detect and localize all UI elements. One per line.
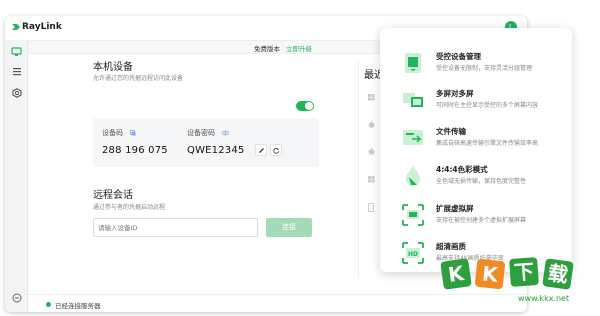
help-icon[interactable] bbox=[11, 292, 22, 303]
watermark-char: K bbox=[474, 258, 506, 290]
raylink-logo-icon bbox=[12, 23, 20, 31]
feature-item: 多屏对多屏 可同时在主控显示受控的多个屏幕内容 bbox=[400, 86, 570, 116]
monitor-icon[interactable] bbox=[11, 46, 22, 57]
this-device-subtitle: 允许通过您的凭据远程访问此设备 bbox=[93, 75, 184, 82]
feature-desc: 支持在被控创建多个虚拟扩展屏幕 bbox=[436, 217, 527, 224]
feature-title: 文件传输 bbox=[436, 127, 466, 136]
feature-item: 扩展虚拟屏 支持在被控创建多个虚拟扩展屏幕 bbox=[400, 201, 570, 231]
virtual-screen-icon bbox=[400, 202, 426, 228]
feature-desc: 全色域无损传输，保持色度完整性 bbox=[436, 178, 527, 185]
connection-status-dot bbox=[46, 302, 51, 307]
settings-icon[interactable] bbox=[11, 87, 22, 98]
this-device-title: 本机设备 bbox=[93, 62, 133, 73]
watermark-char: 载 bbox=[542, 258, 574, 290]
app-logo: RayLink bbox=[12, 22, 62, 32]
edit-password-button[interactable] bbox=[255, 144, 267, 156]
device-password-label: 设备密码 bbox=[187, 129, 215, 137]
device-password-value: QWE12345 bbox=[187, 145, 245, 156]
feature-title: 受控设备管理 bbox=[436, 52, 481, 61]
feature-title: 扩展虚拟屏 bbox=[436, 204, 474, 213]
apple-icon[interactable] bbox=[365, 118, 377, 130]
remote-session-subtitle: 通过参与者的凭据启动远程 bbox=[93, 204, 166, 211]
feature-title: 4:4:4色彩模式 bbox=[436, 165, 488, 174]
feature-desc: 可同时在主控显示受控的多个屏幕内容 bbox=[436, 102, 539, 109]
connection-status-text: 已经连接服务器 bbox=[55, 302, 101, 310]
copy-icon[interactable] bbox=[130, 129, 136, 136]
version-text: 免费版本 bbox=[254, 45, 280, 53]
device-credentials-card: 设备码 288 196 075 设备密码 QWE12345 bbox=[93, 118, 319, 167]
color-mode-icon bbox=[400, 163, 426, 189]
apple-icon[interactable] bbox=[365, 145, 377, 157]
features-panel: 受控设备管理 受控设备无限制，支持灵活分组管理 多屏对多屏 可同时在主控显示受控… bbox=[380, 28, 572, 272]
windows-icon[interactable] bbox=[365, 91, 377, 103]
watermark-url: www.kkx.net bbox=[518, 294, 570, 303]
refresh-icon bbox=[272, 147, 279, 154]
sidebar bbox=[5, 40, 28, 312]
device-manage-icon bbox=[400, 50, 426, 76]
allow-remote-toggle[interactable] bbox=[296, 101, 314, 111]
svg-text:HD: HD bbox=[408, 251, 418, 258]
site-watermark: K K 下 载 www.kkx.net bbox=[440, 250, 595, 312]
eye-icon[interactable] bbox=[222, 129, 229, 136]
app-name: RayLink bbox=[22, 22, 62, 32]
mobile-device-icon[interactable] bbox=[365, 201, 377, 213]
upgrade-link[interactable]: 立即升级 bbox=[286, 43, 312, 53]
hd-quality-icon: HD bbox=[400, 240, 426, 266]
watermark-char: 下 bbox=[509, 257, 539, 287]
multi-screen-icon bbox=[400, 87, 426, 113]
device-code-label: 设备码 bbox=[102, 129, 123, 137]
windows-icon[interactable] bbox=[365, 173, 377, 185]
connect-button[interactable]: 连接 bbox=[266, 218, 312, 237]
device-id-input[interactable] bbox=[93, 218, 258, 237]
remote-session-title: 远程会话 bbox=[93, 190, 133, 201]
edit-icon bbox=[258, 147, 264, 153]
file-transfer-icon bbox=[400, 125, 426, 151]
feature-title: 多屏对多屏 bbox=[436, 89, 474, 98]
feature-item: 4:4:4色彩模式 全色域无损传输，保持色度完整性 bbox=[400, 162, 570, 192]
device-code-value: 288 196 075 bbox=[102, 145, 168, 156]
feature-desc: 集成自研高速传输引擎文件传输效率高 bbox=[436, 140, 539, 147]
refresh-password-button[interactable] bbox=[270, 144, 282, 156]
feature-desc: 受控设备无限制，支持灵活分组管理 bbox=[436, 65, 533, 72]
feature-item: 文件传输 集成自研高速传输引擎文件传输效率高 bbox=[400, 124, 570, 154]
list-icon[interactable] bbox=[11, 66, 22, 77]
watermark-char: K bbox=[440, 258, 472, 290]
feature-item: 受控设备管理 受控设备无限制，支持灵活分组管理 bbox=[400, 49, 570, 79]
